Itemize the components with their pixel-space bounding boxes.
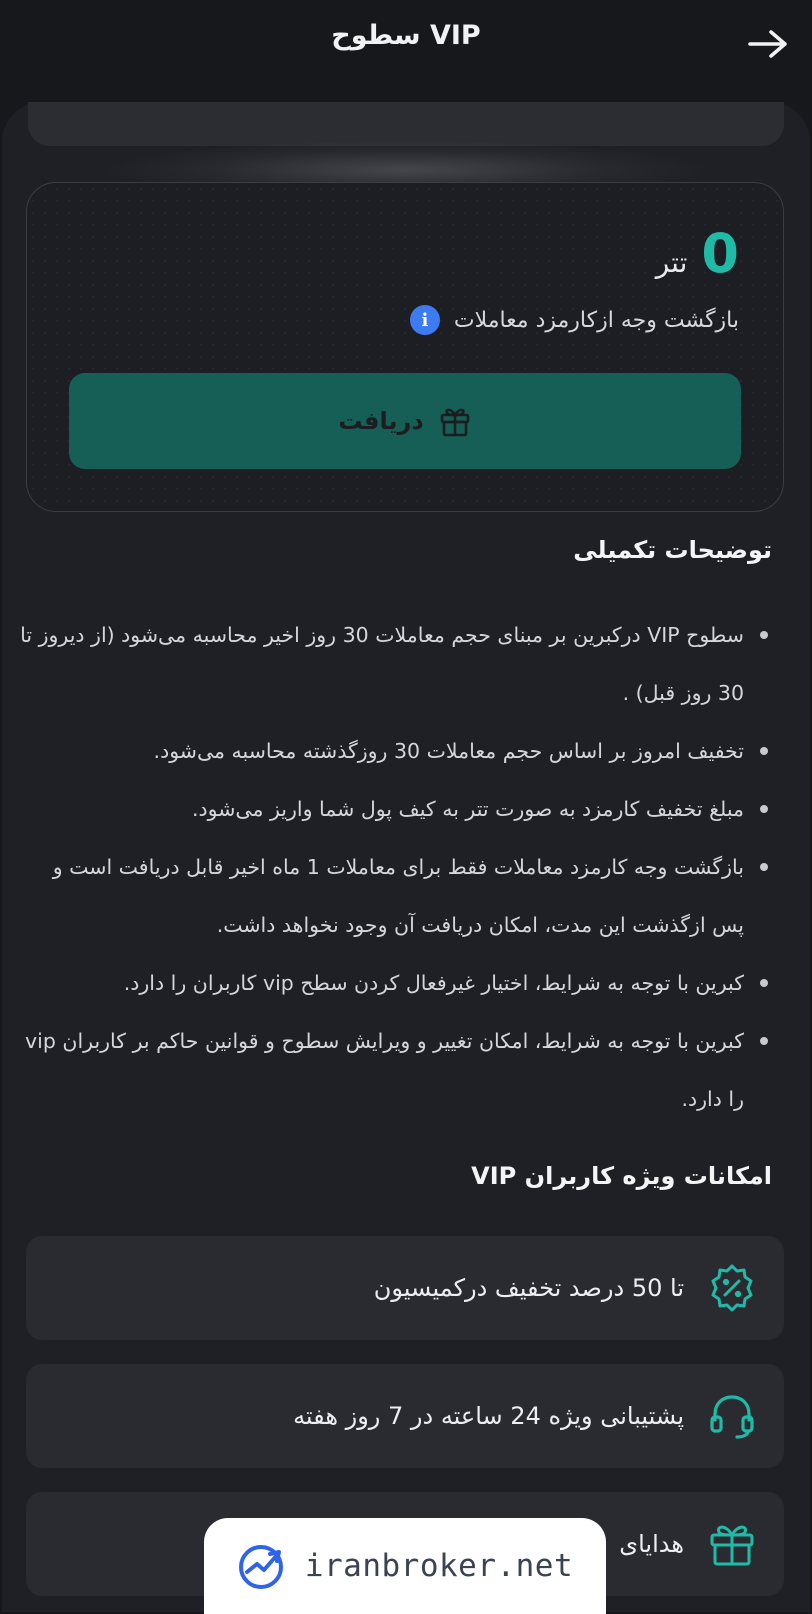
gift-icon: [440, 408, 469, 437]
list-item: سطوح VIP درکبرین بر مبنای حجم معاملات 30…: [20, 606, 772, 722]
claim-button[interactable]: دریافت: [69, 373, 741, 469]
feature-label: تا 50 درصد تخفیف درکمیسیون: [373, 1274, 684, 1302]
feature-label: پشتیبانی ویژه 24 ساعته در 7 روز هفته: [293, 1402, 684, 1430]
trend-chart-logo-icon: [238, 1545, 283, 1589]
gift-icon: [704, 1516, 760, 1572]
cashback-card: 0 تتر بازگشت وجه ازکارمزد معاملات i دریا…: [26, 182, 784, 512]
top-bar: سطوح VIP: [0, 0, 812, 88]
notes-heading: توضیحات تکمیلی: [573, 536, 772, 564]
notes-list: سطوح VIP درکبرین بر مبنای حجم معاملات 30…: [20, 606, 772, 1128]
feature-label: هدایای: [619, 1530, 684, 1558]
features-heading: امکانات ویژه کاربران VIP: [471, 1162, 772, 1190]
claim-label: دریافت: [338, 407, 424, 435]
cashback-label: بازگشت وجه ازکارمزد معاملات: [453, 307, 739, 333]
arrow-right-icon: [748, 30, 787, 58]
watermark-text: iranbroker.net: [304, 1548, 574, 1584]
list-item: کبرین با توجه به شرایط، اختیار غیرفعال ک…: [20, 954, 772, 1012]
list-item: مبلغ تخفیف کارمزد به صورت تتر به کیف پول…: [20, 780, 772, 838]
cashback-amount-row: 0 تتر: [656, 227, 739, 281]
info-icon[interactable]: i: [409, 305, 440, 335]
feature-card: پشتیبانی ویژه 24 ساعته در 7 روز هفته: [26, 1364, 784, 1468]
cashback-amount: 0: [701, 222, 739, 285]
page-title: سطوح VIP: [331, 20, 481, 51]
list-item: بازگشت وجه کارمزد معاملات فقط برای معامل…: [20, 838, 772, 954]
discount-badge-icon: [704, 1260, 760, 1316]
headset-icon: [704, 1388, 760, 1444]
cashback-label-row: بازگشت وجه ازکارمزد معاملات i: [409, 305, 739, 335]
cashback-unit: تتر: [655, 246, 688, 279]
list-item: کبرین با توجه به شرایط، امکان تغییر و وی…: [20, 1012, 772, 1128]
list-item: تخفیف امروز بر اساس حجم معاملات 30 روزگذ…: [20, 722, 772, 780]
back-button[interactable]: [746, 22, 790, 66]
feature-card: تا 50 درصد تخفیف درکمیسیون: [26, 1236, 784, 1340]
